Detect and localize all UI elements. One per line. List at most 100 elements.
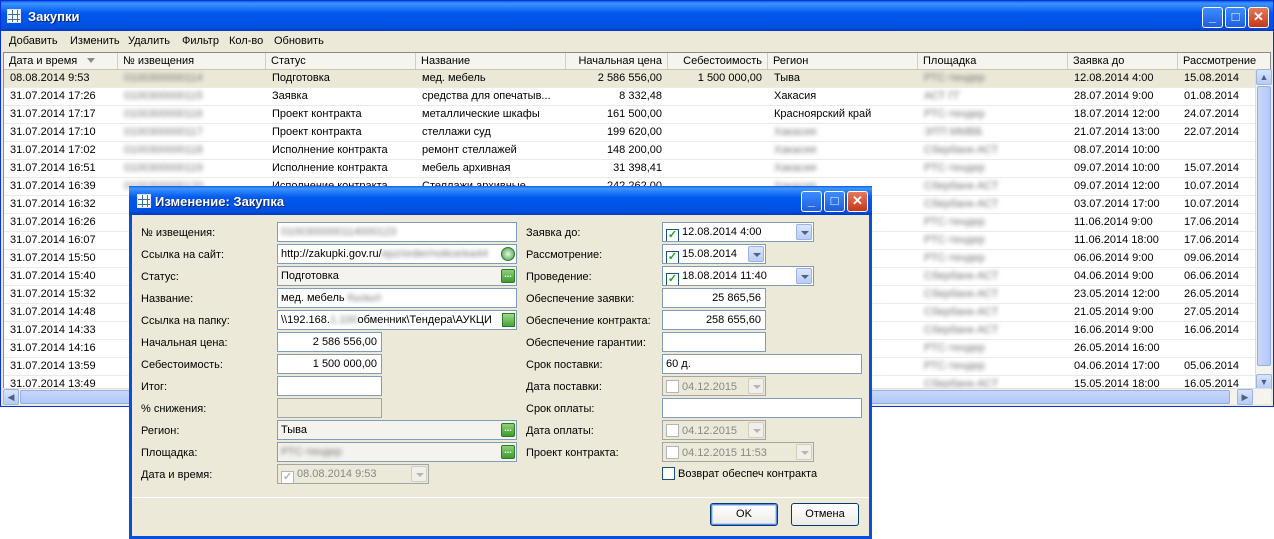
bid-security-field[interactable]: 25 865,56 xyxy=(662,288,766,308)
warranty-security-field[interactable] xyxy=(662,332,766,352)
col-header-platform[interactable]: Площадка xyxy=(918,53,1068,69)
col-header-region[interactable]: Регион xyxy=(768,53,918,69)
ok-button[interactable]: OK xyxy=(710,503,778,526)
delivery-date-picker[interactable]: 04.12.2015 xyxy=(662,376,766,396)
cost-field[interactable]: 1 500 000,00 xyxy=(277,354,382,374)
col-header-status[interactable]: Статус xyxy=(266,53,416,69)
status-ellipsis-button[interactable]: ... xyxy=(501,269,515,283)
cell-bid-until: 06.06.2014 9:00 xyxy=(1074,252,1154,264)
review-checkbox[interactable]: ✓ xyxy=(666,251,679,263)
dialog-minimize-button[interactable]: _ xyxy=(801,191,822,212)
bid-until-checkbox[interactable]: ✓ xyxy=(666,229,679,241)
table-row[interactable]: 31.07.2014 17:02 0100300000118 Исполнение … xyxy=(4,142,1270,160)
edit-purchase-dialog: Изменение: Закупка _ □ ✕ № извещения: 01… xyxy=(129,186,872,539)
draft-contract-dropdown-icon[interactable] xyxy=(796,444,812,460)
table-row[interactable]: 08.08.2014 9:53 0100300000114 Подготовка ме… xyxy=(4,70,1270,88)
status-field[interactable]: Подготовка... xyxy=(277,266,517,286)
cell-notice: 0100300000115 xyxy=(124,90,203,102)
menu-delete[interactable]: Удалить xyxy=(128,35,170,47)
menu-filter[interactable]: Фильтр xyxy=(182,35,219,47)
platform-field[interactable]: РТС-тендер... xyxy=(277,442,517,462)
conduct-checkbox[interactable]: ✓ xyxy=(666,273,679,285)
dialog-maximize-button[interactable]: □ xyxy=(824,191,845,212)
menu-refresh[interactable]: Обновить xyxy=(274,35,324,47)
cell-datetime: 31.07.2014 16:51 xyxy=(10,162,96,174)
open-link-icon[interactable] xyxy=(501,247,515,261)
table-row[interactable]: 31.07.2014 17:17 0100300000116 Проект конт… xyxy=(4,106,1270,124)
dialog-close-button[interactable]: ✕ xyxy=(847,191,868,212)
cell-platform: Сбербанк-АСТ xyxy=(924,306,999,318)
menu-add[interactable]: Добавить xyxy=(9,35,58,47)
cell-platform: Сбербанк-АСТ xyxy=(924,198,999,210)
review-dropdown-icon[interactable] xyxy=(748,246,764,262)
cell-notice: 0100300000117 xyxy=(124,126,203,138)
cell-platform: РТС-тендер xyxy=(924,252,985,264)
status-label: Статус: xyxy=(141,271,179,283)
total-field[interactable] xyxy=(277,376,382,396)
table-row[interactable]: 31.07.2014 17:26 0100300000115 Заявка средс… xyxy=(4,88,1270,106)
col-header-cost[interactable]: Себестоимость xyxy=(668,53,768,69)
cell-region: Красноярский край xyxy=(774,108,872,120)
bid-until-label: Заявка до: xyxy=(526,227,581,239)
col-header-datetime[interactable]: Дата и время xyxy=(4,53,118,69)
menu-edit[interactable]: Изменить xyxy=(70,35,120,47)
cell-status: Исполнение контракта xyxy=(272,144,388,156)
cell-status: Заявка xyxy=(272,90,308,102)
minimize-button[interactable]: _ xyxy=(1202,7,1223,28)
window-title: Закупки xyxy=(28,9,80,24)
vertical-scroll-thumb[interactable] xyxy=(1257,86,1271,366)
region-ellipsis-button[interactable]: ... xyxy=(501,423,515,437)
delivery-date-dropdown-icon[interactable] xyxy=(748,378,764,394)
folder-link-field[interactable]: \\192.168.1.100обменник\Тендера\АУКЦИ xyxy=(277,310,517,330)
col-header-bid-until[interactable]: Заявка до xyxy=(1068,53,1178,69)
review-label: Рассмотрение: xyxy=(526,249,603,261)
notice-field[interactable]: 0100300000114000123 xyxy=(277,222,517,242)
payment-date-dropdown-icon[interactable] xyxy=(748,422,764,438)
datetime-picker: ✓ 08.08.2014 9:53 xyxy=(277,464,429,484)
payment-term-field[interactable] xyxy=(662,398,862,418)
col-header-name[interactable]: Название xyxy=(416,53,566,69)
folder-link-label: Ссылка на папку: xyxy=(141,315,230,327)
col-header-notice[interactable]: № извещения xyxy=(118,53,266,69)
cell-datetime: 31.07.2014 16:07 xyxy=(10,234,96,246)
cell-cost xyxy=(668,88,768,105)
site-link-field[interactable]: http://zakupki.gov.ru/epz/order/notice/e… xyxy=(277,244,517,264)
cell-name: металлические шкафы xyxy=(422,108,540,120)
contract-security-field[interactable]: 258 655,60 xyxy=(662,310,766,330)
delivery-term-field[interactable]: 60 д. xyxy=(662,354,862,374)
platform-ellipsis-button[interactable]: ... xyxy=(501,445,515,459)
col-header-review[interactable]: Рассмотрение xyxy=(1178,53,1270,69)
cell-notice: 0100300000116 xyxy=(124,108,203,120)
name-field[interactable]: мед. мебель Кызыл xyxy=(277,288,517,308)
delivery-date-checkbox[interactable] xyxy=(666,380,679,393)
review-picker[interactable]: ✓ 15.08.2014 xyxy=(662,244,766,264)
cell-platform: РТС-тендер xyxy=(924,234,985,246)
scroll-up-button[interactable]: ▲ xyxy=(1256,69,1272,85)
col-header-start-price[interactable]: Начальная цена xyxy=(566,53,668,69)
region-field[interactable]: Тыва... xyxy=(277,420,517,440)
cell-bid-until: 09.07.2014 12:00 xyxy=(1074,180,1160,192)
scroll-left-button[interactable]: ◀ xyxy=(3,389,19,405)
cancel-button[interactable]: Отмена xyxy=(791,503,859,526)
start-price-field[interactable]: 2 586 556,00 xyxy=(277,332,382,352)
menu-count[interactable]: Кол-во xyxy=(229,35,263,47)
draft-contract-picker[interactable]: 04.12.2015 11:53 xyxy=(662,442,814,462)
cell-bid-until: 21.05.2014 9:00 xyxy=(1074,306,1154,318)
vertical-scrollbar[interactable]: ▲ ▼ xyxy=(1255,69,1272,390)
conduct-dropdown-icon[interactable] xyxy=(796,268,812,284)
table-row[interactable]: 31.07.2014 17:10 0100300000117 Проект конт… xyxy=(4,124,1270,142)
return-security-checkbox[interactable] xyxy=(662,467,675,480)
bid-until-dropdown-icon[interactable] xyxy=(796,224,812,240)
return-security-checkbox-row[interactable]: Возврат обеспеч контракта xyxy=(662,467,817,480)
bid-until-picker[interactable]: ✓ 12.08.2014 4:00 xyxy=(662,222,814,242)
conduct-picker[interactable]: ✓ 18.08.2014 11:40 xyxy=(662,266,814,286)
open-folder-icon[interactable] xyxy=(502,313,515,327)
payment-date-picker[interactable]: 04.12.2015 xyxy=(662,420,766,440)
cell-bid-until: 09.07.2014 10:00 xyxy=(1074,162,1160,174)
close-button[interactable]: ✕ xyxy=(1248,7,1269,28)
scroll-right-button[interactable]: ▶ xyxy=(1237,389,1253,405)
draft-contract-checkbox[interactable] xyxy=(666,446,679,459)
payment-date-checkbox[interactable] xyxy=(666,424,679,437)
table-row[interactable]: 31.07.2014 16:51 0100300000119 Исполнение … xyxy=(4,160,1270,178)
maximize-button[interactable]: □ xyxy=(1225,7,1246,28)
